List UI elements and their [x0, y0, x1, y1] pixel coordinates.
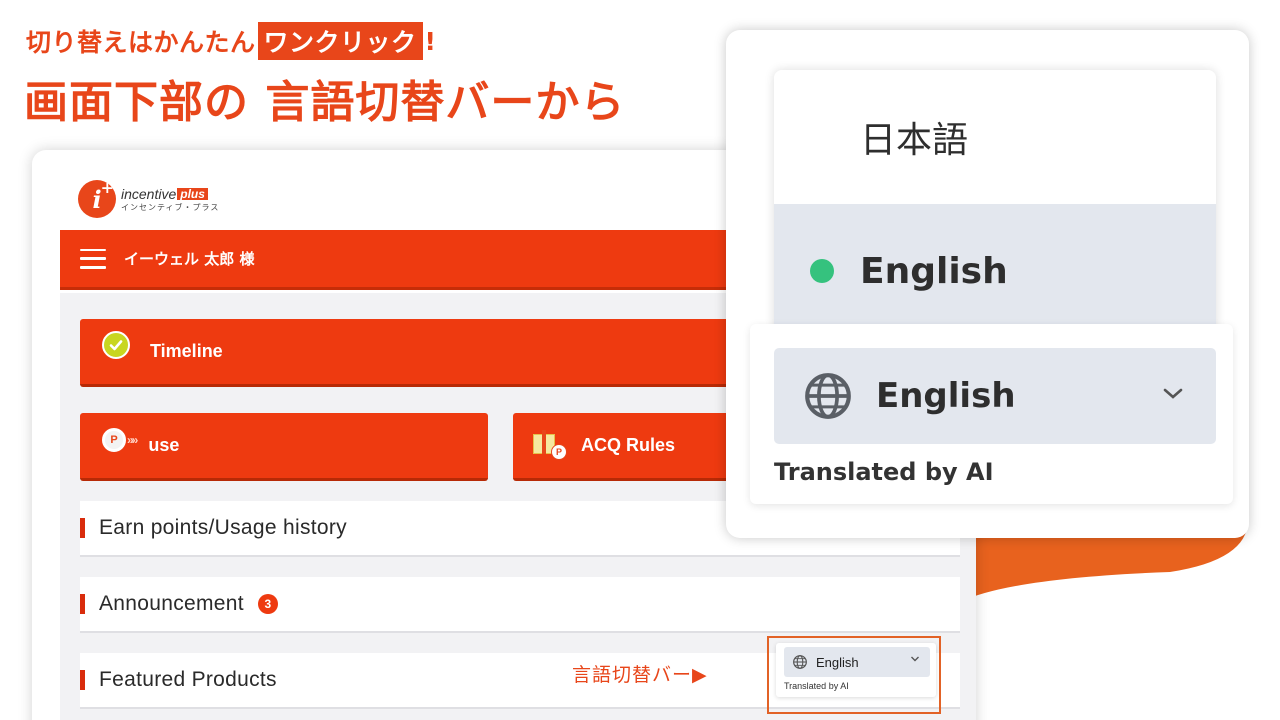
- chevron-down-icon: [911, 656, 919, 662]
- section-title: Earn points/Usage history: [99, 516, 347, 539]
- section-title: Announcement: [99, 592, 244, 615]
- language-option-label: 日本語: [860, 120, 969, 161]
- logo-wordmark: incentive plus インセンティブ・プラス: [121, 187, 219, 212]
- globe-icon: [793, 655, 807, 669]
- selected-language: English: [876, 376, 1016, 416]
- mini-translated-note: Translated by AI: [784, 681, 849, 691]
- headline-sub: 切り替えはかんたん ワンクリック !: [26, 22, 436, 60]
- gift-point-badge: P: [551, 443, 567, 460]
- section-marker: [80, 594, 85, 614]
- logo-brand-name: incentive: [121, 185, 177, 202]
- logo-brand: incentive plus: [121, 187, 219, 201]
- mini-selected-language: English: [816, 654, 859, 670]
- hamburger-menu-icon[interactable]: [80, 248, 106, 269]
- use-label: use: [148, 435, 180, 455]
- globe-icon: [805, 373, 851, 419]
- check-circle-icon: [102, 330, 130, 359]
- logo-mark-plus: +: [100, 178, 114, 197]
- coin-motion-icon: »»: [127, 432, 138, 447]
- gift-box-icon: P: [533, 428, 567, 460]
- point-coin-icon: P: [102, 427, 126, 452]
- mini-language-select[interactable]: English: [784, 647, 930, 677]
- language-switcher-panel: English Translated by AI: [750, 324, 1233, 504]
- language-option-label: English: [860, 250, 1008, 292]
- language-option-english[interactable]: English: [774, 204, 1216, 338]
- logo-brand-plus: plus: [177, 187, 208, 200]
- section-title: Featured Products: [99, 668, 277, 691]
- headline-sub-prefix: 切り替えはかんたん: [26, 28, 256, 57]
- zoomed-language-switcher: 日本語 English English Translated by AI: [726, 30, 1249, 538]
- section-marker: [80, 670, 85, 690]
- user-name: イーウェル 太郎 様: [124, 250, 255, 268]
- announcement-count-badge: 3: [257, 594, 278, 614]
- section-marker: [80, 518, 85, 538]
- chevron-down-icon: [1163, 388, 1183, 399]
- active-indicator-dot-icon: [810, 259, 834, 283]
- logo-kana: インセンティブ・プラス: [121, 202, 220, 212]
- headline-sub-highlight: ワンクリック: [257, 22, 423, 60]
- headline-sub-suffix: !: [424, 26, 437, 56]
- language-select[interactable]: English: [774, 348, 1216, 444]
- language-bar-callout: 言語切替バー▶: [572, 664, 708, 686]
- section-announcement[interactable]: Announcement 3: [80, 577, 960, 633]
- translated-by-ai-note: Translated by AI: [774, 458, 994, 486]
- timeline-label: Timeline: [150, 341, 223, 361]
- acq-rules-label: ACQ Rules: [581, 435, 676, 455]
- headline-main: 画面下部の 言語切替バーから: [24, 77, 626, 128]
- language-dropdown-menu: 日本語 English: [774, 70, 1216, 338]
- mini-language-switcher: English Translated by AI: [776, 643, 936, 697]
- language-option-japanese[interactable]: 日本語: [774, 70, 1216, 204]
- incentive-plus-logo[interactable]: i + incentive plus インセンティブ・プラス: [78, 178, 219, 218]
- coin-letter: P: [110, 433, 118, 446]
- use-points-button[interactable]: P »» use: [80, 413, 488, 481]
- logo-mark-icon: i +: [78, 178, 116, 218]
